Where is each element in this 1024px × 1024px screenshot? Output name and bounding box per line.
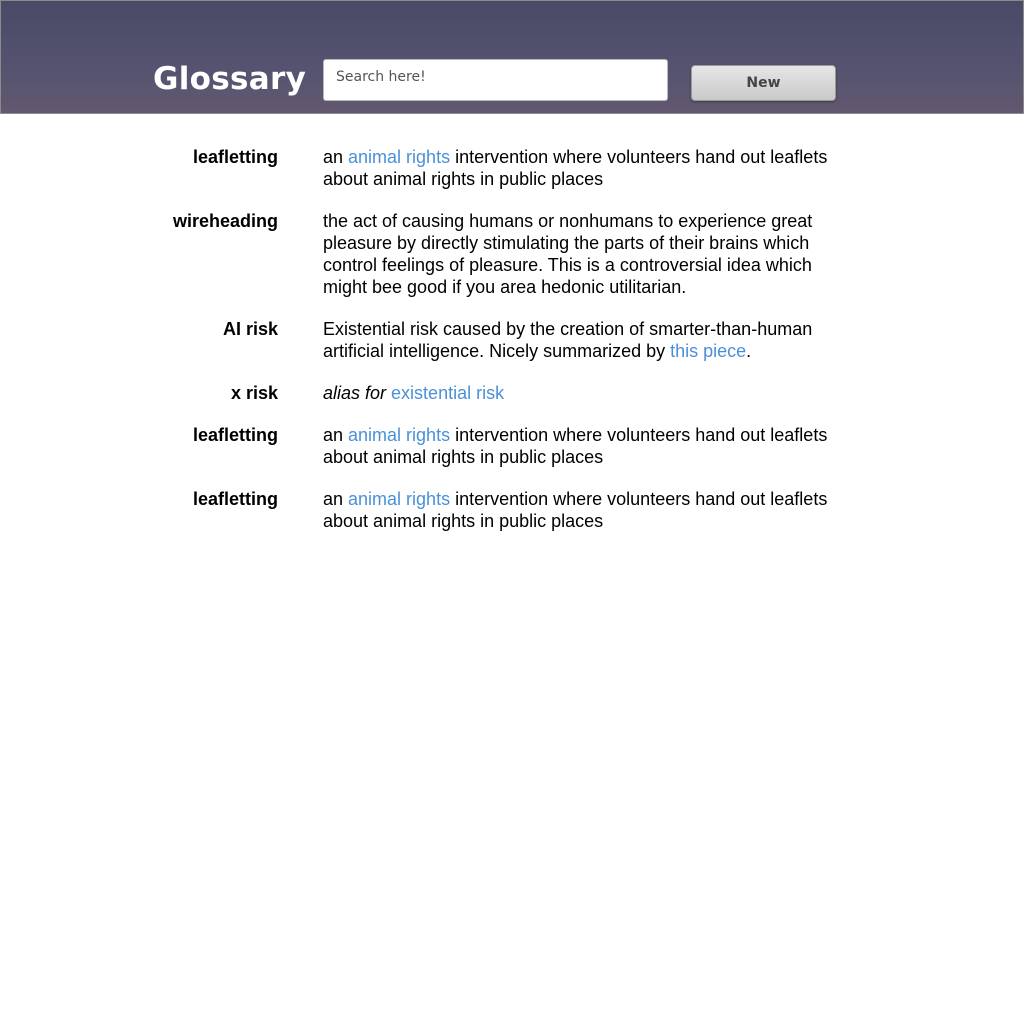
definition-text: an <box>323 489 349 509</box>
alias-prefix: alias for <box>323 383 387 403</box>
glossary-list: leafletting an animal rights interventio… <box>0 146 1024 552</box>
definition-text: an <box>323 425 349 445</box>
glossary-entry: wireheading the act of causing humans or… <box>0 210 1024 298</box>
definition-link[interactable]: animal rights <box>348 147 450 167</box>
glossary-entry: leafletting an animal rights interventio… <box>0 488 1024 532</box>
definition-link[interactable]: this piece <box>670 341 746 361</box>
glossary-definition: the act of causing humans or nonhumans t… <box>323 210 833 298</box>
new-button[interactable]: New <box>691 65 836 101</box>
glossary-term: leafletting <box>192 147 278 167</box>
glossary-entry: x risk alias for existential risk <box>0 382 1024 404</box>
glossary-entry: AI risk Existential risk caused by the c… <box>0 318 1024 362</box>
glossary-definition: alias for existential risk <box>323 382 833 404</box>
glossary-term: wireheading <box>172 211 278 231</box>
definition-text: an <box>323 147 349 167</box>
glossary-term: leafletting <box>192 489 278 509</box>
glossary-definition: Existential risk caused by the creation … <box>323 318 833 362</box>
glossary-term: x risk <box>230 383 278 403</box>
definition-link[interactable]: animal rights <box>348 489 450 509</box>
definition-text: the act of causing humans or nonhumans t… <box>323 211 813 297</box>
search-input[interactable] <box>323 59 668 101</box>
definition-text: . <box>746 341 752 361</box>
glossary-entry: leafletting an animal rights interventio… <box>0 146 1024 190</box>
glossary-definition: an animal rights intervention where volu… <box>323 488 833 532</box>
definition-link[interactable]: animal rights <box>348 425 450 445</box>
glossary-entry: leafletting an animal rights interventio… <box>0 424 1024 468</box>
glossary-definition: an animal rights intervention where volu… <box>323 424 833 468</box>
header-bar: Glossary New <box>0 0 1024 114</box>
glossary-term: AI risk <box>222 319 278 339</box>
alias-link[interactable]: existential risk <box>391 383 504 403</box>
glossary-definition: an animal rights intervention where volu… <box>323 146 833 190</box>
glossary-term: leafletting <box>192 425 278 445</box>
page-title: Glossary <box>153 61 307 97</box>
